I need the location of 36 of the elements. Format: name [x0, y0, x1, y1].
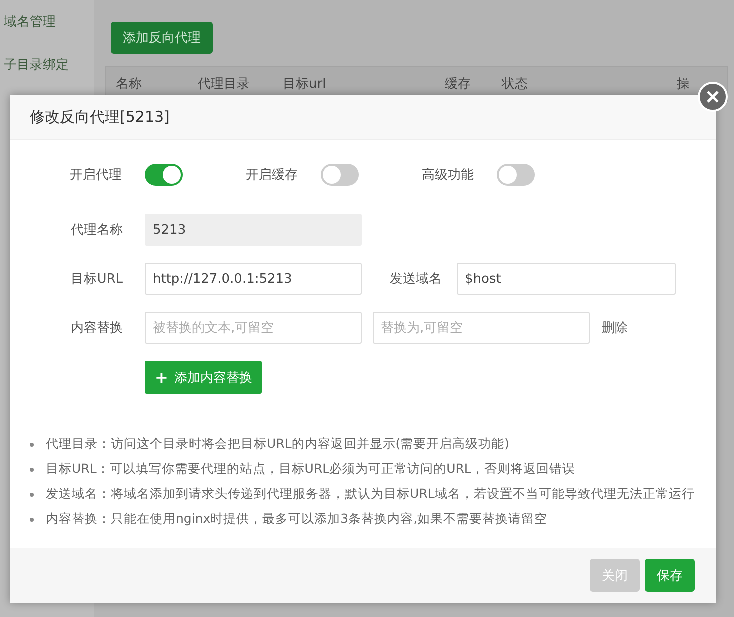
toggle-label: 高级功能 — [422, 167, 474, 184]
input-field[interactable]: 被替换的文本,可留空 — [145, 312, 362, 344]
note-text: 内容替换：只能在使用nginx时提供，最多可以添加3条替换内容,如果不需要替换请留空 — [46, 511, 548, 528]
column-header: 代理目录 — [197, 76, 251, 93]
field-label: 内容替换 — [70, 320, 123, 337]
column-header: 操 — [676, 76, 691, 93]
toggle-switch[interactable] — [145, 164, 183, 186]
toggle-label: 开启缓存 — [246, 167, 298, 184]
column-header: 状态 — [500, 76, 529, 93]
column-header: 目标url — [282, 76, 328, 93]
field-label: 目标URL — [70, 271, 123, 288]
bullet-icon — [30, 468, 34, 472]
delete-link[interactable]: 删除 — [602, 319, 628, 337]
add-proxy-button[interactable]: 添加反向代理 — [111, 22, 213, 54]
bullet-icon — [30, 442, 34, 446]
toggle-switch[interactable] — [321, 164, 359, 186]
toggle-label: 开启代理 — [70, 167, 122, 184]
field-label: 发送域名 — [389, 271, 442, 288]
bullet-icon — [30, 518, 34, 522]
sidebar-item[interactable]: 域名管理 — [0, 13, 94, 32]
note-text: 发送域名：将域名添加到请求头传递到代理服务器，默认为目标URL域名，若设置不当可能导致代理无法正常运行 — [46, 486, 695, 503]
bullet-icon — [30, 492, 34, 496]
dialog-title: 修改反向代理[5213] — [30, 108, 170, 126]
toggle-switch[interactable] — [497, 164, 535, 186]
input-field[interactable]: $host — [457, 263, 676, 295]
add-replacement-button[interactable]: + 添加内容替换 — [145, 361, 262, 394]
column-header: 名称 — [115, 76, 143, 93]
save-button[interactable]: 保存 — [645, 559, 695, 592]
input-field[interactable]: http://127.0.0.1:5213 — [145, 263, 362, 295]
field-label: 代理名称 — [70, 222, 123, 239]
column-header: 缓存 — [444, 76, 472, 93]
close-icon[interactable] — [698, 82, 728, 112]
input-field[interactable]: 替换为,可留空 — [373, 312, 590, 344]
note-text: 目标URL：可以填写你需要代理的站点，目标URL必须为可正常访问的URL，否则将返回错误 — [46, 461, 576, 478]
sidebar-item[interactable]: 子目录绑定 — [0, 56, 94, 75]
note-text: 代理目录：访问这个目录时将会把目标URL的内容返回并显示(需要开启高级功能) — [46, 436, 510, 453]
